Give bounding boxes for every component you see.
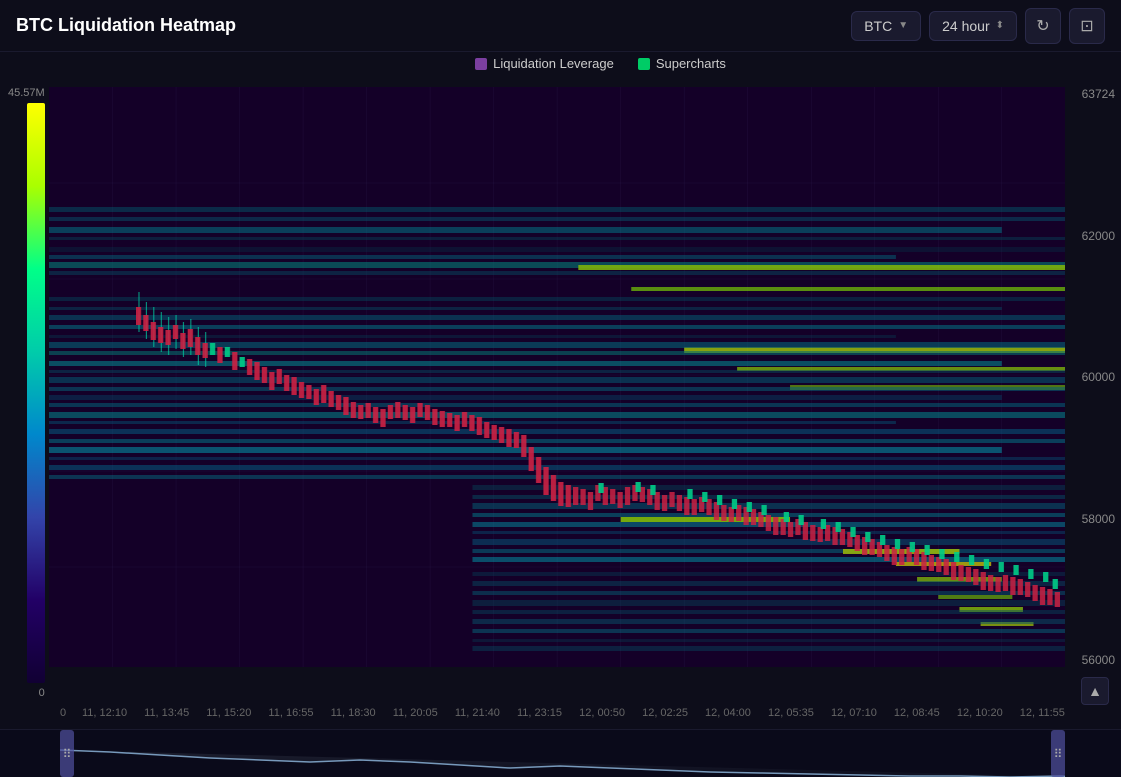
scale-top-label: 45.57M xyxy=(8,87,45,99)
price-label-60000: 60000 xyxy=(1071,370,1115,384)
legend-color-supercharts xyxy=(638,58,650,70)
legend-color-liquidation xyxy=(475,58,487,70)
btc-label: BTC xyxy=(864,18,892,34)
time-label-3: 11, 16:55 xyxy=(268,707,313,719)
time-labels: 11, 12:10 11, 13:45 11, 15:20 11, 16:55 … xyxy=(82,707,1121,719)
time-label-8: 12, 00:50 xyxy=(579,707,625,719)
chart-area: 45.57M 0 xyxy=(0,79,1121,699)
minimap-inner: ⠿ ⠿ xyxy=(60,730,1065,777)
refresh-icon: ↻ xyxy=(1036,16,1049,36)
time-label-7: 11, 23:15 xyxy=(517,707,562,719)
legend-label-supercharts: Supercharts xyxy=(656,56,726,71)
time-label-5: 11, 20:05 xyxy=(393,707,438,719)
scale-bottom-label: 0 xyxy=(39,687,45,699)
header: BTC Liquidation Heatmap BTC ▼ 24 hour ⬍ … xyxy=(0,0,1121,52)
price-label-62000: 62000 xyxy=(1071,229,1115,243)
time-label-13: 12, 08:45 xyxy=(894,707,940,719)
time-label-1: 11, 13:45 xyxy=(144,707,189,719)
legend-item-liquidation: Liquidation Leverage xyxy=(475,56,614,71)
time-label-11: 12, 05:35 xyxy=(768,707,814,719)
camera-button[interactable]: ⊡ xyxy=(1069,8,1105,44)
color-scale xyxy=(27,103,45,683)
scroll-up-icon: ▲ xyxy=(1088,683,1102,699)
timeframe-dropdown[interactable]: 24 hour ⬍ xyxy=(929,11,1017,41)
price-label-63724: 63724 xyxy=(1071,87,1115,101)
scroll-up-button[interactable]: ▲ xyxy=(1081,677,1109,705)
page-title: BTC Liquidation Heatmap xyxy=(16,15,851,36)
legend-item-supercharts: Supercharts xyxy=(638,56,726,71)
time-label-4: 11, 18:30 xyxy=(331,707,376,719)
time-label-0: 11, 12:10 xyxy=(82,707,127,719)
time-label-14: 12, 10:20 xyxy=(957,707,1003,719)
minimap[interactable]: ⠿ ⠿ xyxy=(0,729,1121,777)
price-label-56000: 56000 xyxy=(1071,653,1115,667)
time-label-15: 12, 11:55 xyxy=(1020,707,1065,719)
legend-label-liquidation: Liquidation Leverage xyxy=(493,56,614,71)
legend: Liquidation Leverage Supercharts xyxy=(0,52,1121,79)
time-label-6: 11, 21:40 xyxy=(455,707,500,719)
controls: BTC ▼ 24 hour ⬍ ↻ ⊡ xyxy=(851,8,1105,44)
camera-icon: ⊡ xyxy=(1080,16,1093,36)
time-label-9: 12, 02:25 xyxy=(642,707,688,719)
price-axis: 63724 62000 60000 58000 56000 xyxy=(1065,87,1121,667)
main-chart[interactable]: coinglass xyxy=(49,87,1065,667)
price-label-58000: 58000 xyxy=(1071,512,1115,526)
time-label-2: 11, 15:20 xyxy=(206,707,251,719)
btc-dropdown-arrow: ▼ xyxy=(898,20,908,31)
time-axis: 0 11, 12:10 11, 13:45 11, 15:20 11, 16:5… xyxy=(0,701,1121,725)
timeframe-dropdown-arrow: ⬍ xyxy=(996,20,1004,31)
minimap-handle-right[interactable]: ⠿ xyxy=(1051,730,1065,777)
btc-dropdown[interactable]: BTC ▼ xyxy=(851,11,921,41)
time-label-12: 12, 07:10 xyxy=(831,707,877,719)
time-label-10: 12, 04:00 xyxy=(705,707,751,719)
heatmap-svg: coinglass xyxy=(49,87,1065,667)
time-axis-zero: 0 xyxy=(60,707,82,719)
refresh-button[interactable]: ↻ xyxy=(1025,8,1061,44)
minimap-handle-left[interactable]: ⠿ xyxy=(60,730,74,777)
timeframe-label: 24 hour xyxy=(942,18,989,34)
